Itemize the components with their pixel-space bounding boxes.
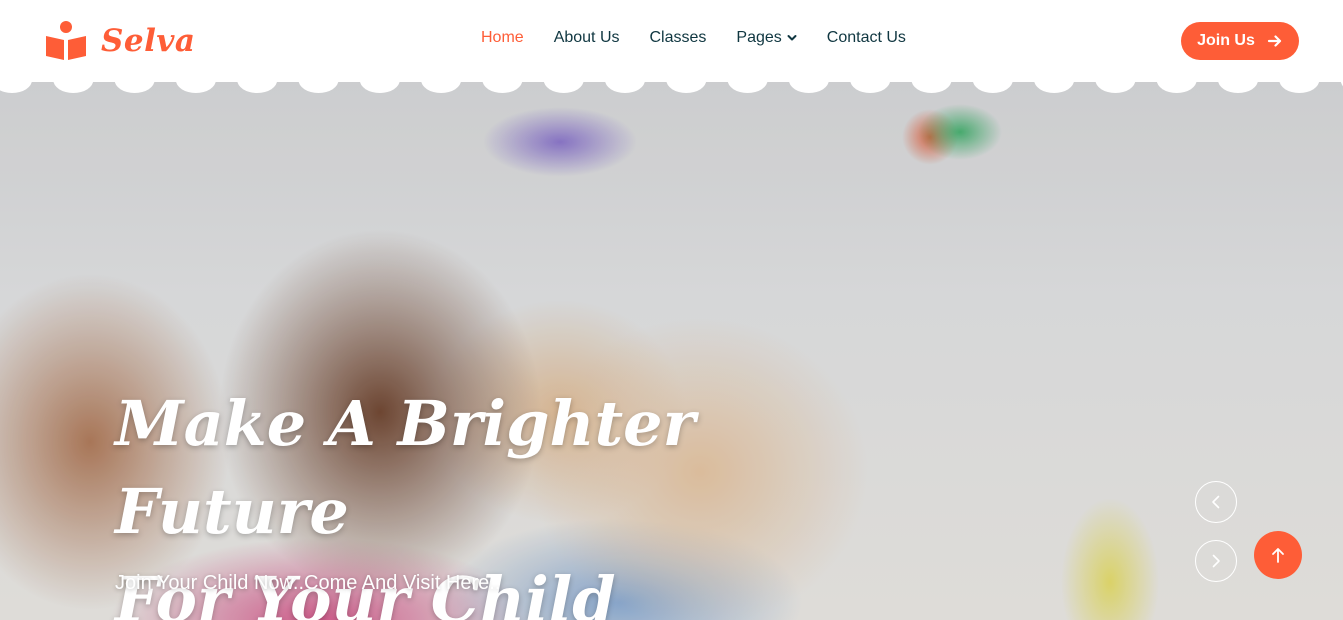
nav-item-classes[interactable]: Classes	[650, 29, 707, 47]
hero-subtitle: Join Your Child Now..Come And Visit Here…	[115, 572, 501, 594]
nav-item-contact-us[interactable]: Contact Us	[827, 29, 906, 47]
hero-title-line-1: Make A Brighter Future	[115, 387, 696, 548]
nav-item-pages[interactable]: Pages	[736, 29, 797, 47]
back-to-top-button[interactable]	[1254, 531, 1302, 579]
join-us-label: Join Us	[1197, 32, 1255, 49]
brand-name: Selva	[101, 23, 196, 59]
arrow-up-icon	[1272, 548, 1284, 563]
brand-logo[interactable]: Selva	[45, 20, 196, 62]
nav-item-pages-label: Pages	[736, 29, 782, 46]
main-nav: Home About Us Classes Pages Contact Us	[466, 29, 921, 47]
carousel-next-button[interactable]	[1195, 540, 1237, 582]
carousel-prev-button[interactable]	[1195, 481, 1237, 523]
chevron-down-icon	[787, 35, 797, 41]
arrow-right-icon	[1267, 35, 1281, 47]
hero-slider: Make A Brighter Future For Your Child Jo…	[0, 82, 1343, 620]
chevron-right-icon	[1212, 554, 1220, 568]
join-us-button[interactable]: Join Us	[1181, 22, 1299, 60]
book-reader-icon	[46, 21, 86, 60]
site-header: Selva Home About Us Classes Pages Contac…	[0, 0, 1343, 82]
nav-item-home[interactable]: Home	[481, 29, 524, 47]
nav-item-about-us[interactable]: About Us	[554, 29, 620, 47]
chevron-left-icon	[1212, 495, 1220, 509]
